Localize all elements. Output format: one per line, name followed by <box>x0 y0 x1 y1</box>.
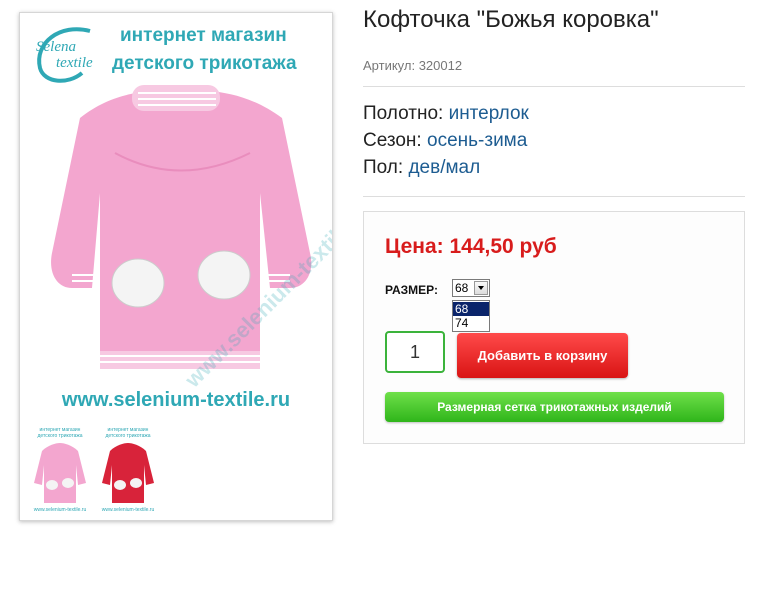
thumb-caption: интернет магазин детского трикотажа <box>105 427 151 439</box>
chevron-down-icon[interactable] <box>474 281 488 295</box>
sweater-image: Selena textile интернет магазин детского… <box>36 25 332 393</box>
attribute-fabric: Полотно: интерлок <box>363 103 529 124</box>
thumb-caption: интернет магазин детского трикотажа <box>37 427 83 439</box>
size-option[interactable]: 74 <box>453 316 489 330</box>
product-gallery: Selena textile интернет магазин детского… <box>19 12 333 521</box>
product-title: Кофточка "Божья коровка" <box>363 6 659 33</box>
logo-line2: textile <box>56 55 93 71</box>
thumbnail-red[interactable]: интернет магазин детского трикотажа www.s… <box>96 427 160 515</box>
product-sku: Артикул: 320012 <box>363 58 463 73</box>
main-product-image[interactable]: Selena textile интернет магазин детского… <box>20 13 332 421</box>
thumbnail-image-red <box>102 443 154 503</box>
divider <box>363 196 745 197</box>
attribute-gender: Пол: дев/мал <box>363 157 481 178</box>
size-selected-value: 68 <box>455 281 469 295</box>
logo-line1: Selena <box>36 39 76 55</box>
thumbnail-pink[interactable]: интернет магазин детского трикотажа www.s… <box>28 427 92 515</box>
size-select[interactable]: 68 <box>452 279 490 297</box>
product-attributes: Полотно: интерлок Сезон: осень-зима Пол:… <box>363 100 529 181</box>
size-chart-button[interactable]: Размерная сетка трикотажных изделий <box>385 392 724 422</box>
thumb-url: www.selenium-textile.ru <box>101 507 155 513</box>
divider <box>363 86 745 87</box>
buy-box: Цена: 144,50 руб РАЗМЕР: 68 68 74 1 Доба… <box>363 211 745 444</box>
add-to-cart-button[interactable]: Добавить в корзину <box>457 333 628 378</box>
thumbnail-image-pink <box>34 443 86 503</box>
thumb-url: www.selenium-textile.ru <box>33 507 87 513</box>
size-dropdown-list[interactable]: 68 74 <box>452 300 490 332</box>
attribute-season: Сезон: осень-зима <box>363 130 528 151</box>
site-url: www.selenium-textile.ru <box>61 389 291 411</box>
quantity-input[interactable]: 1 <box>385 331 445 373</box>
price: Цена: 144,50 руб <box>385 235 557 258</box>
sweater <box>51 85 312 369</box>
banner-line1: интернет магазин <box>120 25 287 46</box>
brand-logo: Selena textile <box>36 27 93 83</box>
size-label: РАЗМЕР: <box>385 283 438 297</box>
size-option[interactable]: 68 <box>453 302 489 316</box>
banner-line2: детского трикотажа <box>112 53 297 74</box>
